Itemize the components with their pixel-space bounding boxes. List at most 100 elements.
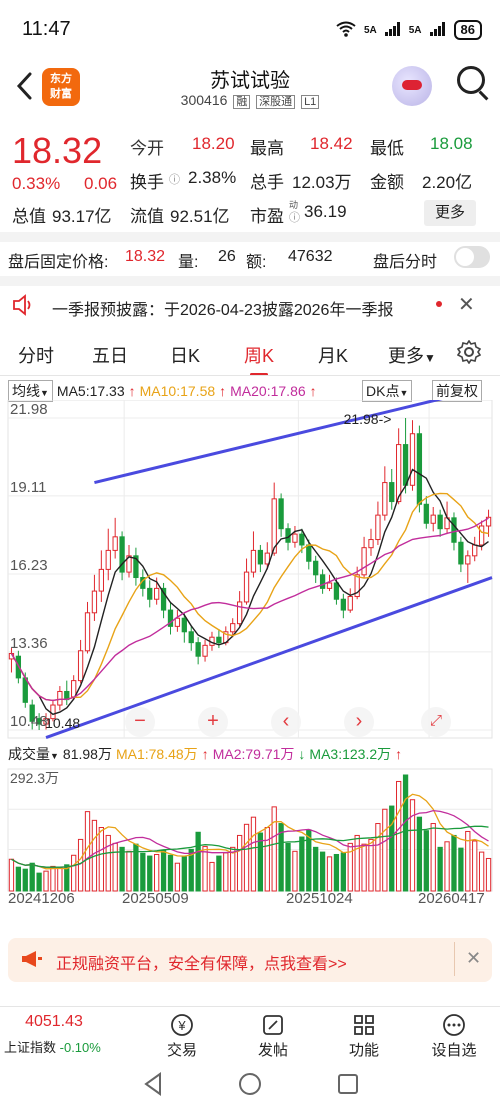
home-circle-icon[interactable]	[238, 1072, 262, 1101]
search-icon[interactable]	[457, 66, 485, 94]
tab-monthly[interactable]: 月K	[318, 342, 348, 368]
robot-assistant-icon[interactable]	[392, 66, 432, 106]
candle-body	[57, 690, 63, 706]
after-hours-amt-label: 额:	[246, 254, 267, 271]
date-label: 20241206	[8, 889, 75, 907]
dk-point-button[interactable]: DK点▼	[362, 380, 413, 402]
candle-body	[465, 555, 471, 565]
candle-body	[84, 612, 91, 652]
ma10-value: MA10:17.58	[139, 383, 216, 399]
candle-body	[340, 598, 346, 611]
settings-gear-icon[interactable]	[456, 339, 482, 369]
volume-bar	[382, 808, 388, 892]
candle-body	[77, 650, 84, 682]
pan-left-icon[interactable]: ‹	[271, 707, 301, 737]
recents-square-icon[interactable]	[336, 1072, 360, 1101]
y-tick-label: 13.36	[10, 635, 48, 652]
volume-bar	[181, 856, 187, 892]
pan-right-icon[interactable]: ›	[344, 707, 374, 737]
close-icon[interactable]: ✕	[458, 292, 475, 317]
nav-functions-label: 功能	[348, 1042, 379, 1059]
signal2-icon: 5A	[408, 24, 422, 36]
low-label: 最低	[370, 139, 404, 158]
open-value: 18.20	[192, 134, 235, 153]
volume-bar	[43, 870, 49, 892]
back-triangle-icon[interactable]	[142, 1072, 164, 1101]
mktcap-value: 93.17亿	[52, 207, 112, 226]
after-hours-vol: 26	[218, 248, 236, 265]
clock: 11:47	[22, 18, 71, 40]
period-tabs: 分时 五日 日K 周K 月K 更多▼	[0, 334, 500, 376]
adjust-button[interactable]: 前复权	[432, 380, 482, 402]
volume-bar	[354, 834, 360, 892]
candle-body	[216, 636, 222, 644]
volume-bar	[105, 834, 111, 892]
more-button[interactable]: 更多	[424, 200, 476, 226]
volume-value: 12.03万	[292, 173, 352, 192]
up-arrow-icon: ↑	[201, 746, 209, 762]
trend-channel	[45, 400, 493, 740]
signal-bars-icon	[384, 21, 401, 39]
date-label: 20251024	[286, 889, 353, 907]
volume-bar	[160, 850, 167, 892]
notice-bar[interactable]: 一季报预披露：于2026-04-23披露2026年一季报 ✕	[0, 286, 500, 326]
volume-bar	[8, 858, 15, 892]
stock-code: 300416	[180, 92, 228, 108]
candle-body	[313, 560, 319, 576]
info-icon[interactable]: ⓘ	[169, 171, 180, 187]
float-label: 流值	[130, 207, 164, 226]
volume-bar	[147, 855, 153, 892]
candle-body	[243, 571, 250, 603]
volume-bar	[375, 823, 381, 892]
candle-body	[292, 533, 298, 543]
candle-body	[250, 549, 257, 573]
mktcap-label: 总值	[12, 207, 46, 226]
tab-weekly[interactable]: 周K	[244, 342, 274, 376]
candle-body	[319, 574, 326, 589]
tab-intraday[interactable]: 分时	[18, 342, 54, 368]
fullscreen-icon[interactable]: ⤢	[421, 707, 451, 737]
candle-body	[174, 617, 181, 627]
indicator-select[interactable]: 均线▼	[8, 380, 53, 402]
candle-body	[257, 549, 264, 565]
open-label: 今开	[130, 139, 164, 158]
zoom-out-icon[interactable]: −	[125, 707, 155, 737]
index-ticker[interactable]: 4051.43 上证指数 -0.10%	[4, 1013, 104, 1056]
volume-bar	[202, 846, 208, 892]
candle-body	[451, 517, 457, 543]
candle-body	[188, 631, 194, 644]
zoom-in-icon[interactable]: +	[198, 707, 228, 737]
volume-label[interactable]: 成交量▼	[8, 744, 59, 764]
volume-bar	[15, 866, 22, 892]
bottom-nav: 4051.43 上证指数 -0.10% ¥ 交易 发帖 功能 设自选	[0, 1006, 500, 1066]
tab-more[interactable]: 更多▼	[388, 342, 436, 368]
candle-body	[22, 677, 28, 703]
nav-functions[interactable]: 功能	[334, 1013, 394, 1060]
tab-five-day[interactable]: 五日	[92, 342, 128, 368]
after-hours-chart-label: 盘后分时	[373, 254, 438, 271]
nav-post[interactable]: 发帖	[243, 1013, 303, 1060]
after-hours-toggle[interactable]	[454, 246, 490, 268]
volume-bar	[223, 852, 229, 892]
kline-chart[interactable]: 21.98 19.11 16.23 13.36 10.48 21.98-> 10.48	[0, 400, 500, 740]
volume-bar	[71, 854, 77, 892]
volume-label-text: 成交量	[8, 746, 50, 762]
volume-bar	[451, 834, 457, 892]
high-label: 最高	[250, 139, 284, 158]
pe-info-icon[interactable]: ⓘ	[289, 209, 300, 225]
promo-banner[interactable]: 正规融资平台，安全有保障，点我查看>> ✕	[8, 938, 492, 982]
speaker-icon	[12, 294, 36, 321]
tab-daily[interactable]: 日K	[170, 342, 200, 368]
volume-bar	[29, 862, 35, 892]
candle-body	[361, 547, 367, 576]
signal-icon: 5A	[363, 24, 377, 36]
tag-margin: 融	[233, 95, 251, 109]
nav-add-watchlist[interactable]: 设自选	[424, 1013, 484, 1060]
divider	[0, 276, 500, 286]
up-arrow-icon: ↑	[128, 383, 136, 399]
stock-header: 东方 财富 苏试试验 300416 融 深股通 L1	[0, 58, 500, 120]
close-icon[interactable]: ✕	[466, 948, 481, 969]
change-amount: 0.06	[84, 174, 118, 193]
nav-trade[interactable]: ¥ 交易	[152, 1013, 212, 1060]
volume-value: 81.98万	[62, 746, 112, 762]
